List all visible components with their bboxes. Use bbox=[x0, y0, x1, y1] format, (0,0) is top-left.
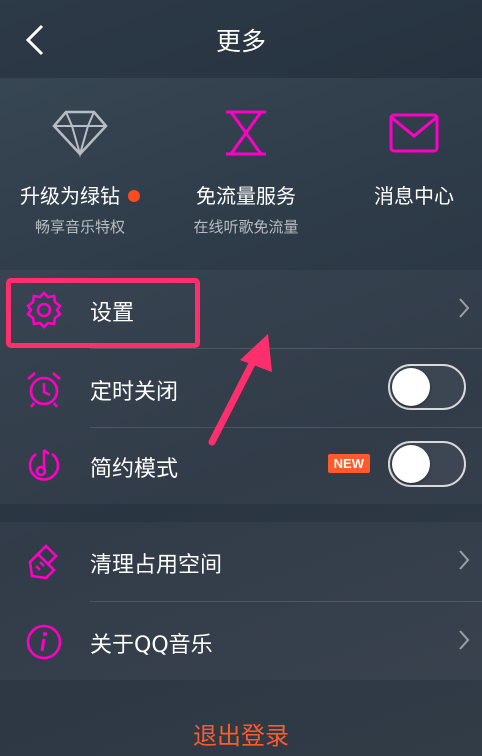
hourglass-icon bbox=[223, 108, 269, 162]
chevron-right-icon bbox=[459, 550, 470, 570]
music-note-icon bbox=[24, 446, 64, 486]
free-traffic-label: 免流量服务 bbox=[196, 184, 296, 208]
toggle-knob bbox=[392, 368, 430, 406]
annotation-arrow bbox=[208, 334, 272, 446]
timer-close-toggle[interactable] bbox=[388, 364, 466, 410]
logout-button[interactable]: 退出登录 bbox=[0, 716, 482, 751]
upgrade-sublabel: 畅享音乐特权 bbox=[34, 218, 125, 236]
feature-row: 升级为绿钻 畅享音乐特权 免流量服务 在线听歌免流量 消息中心 bbox=[0, 78, 482, 268]
clean-storage-label: 清理占用空间 bbox=[90, 553, 223, 578]
new-badge: NEW bbox=[327, 454, 370, 473]
chevron-right-icon bbox=[459, 298, 470, 318]
simple-mode-toggle[interactable] bbox=[388, 441, 466, 487]
message-center-label: 消息中心 bbox=[374, 184, 454, 208]
info-icon bbox=[24, 622, 64, 662]
mail-icon bbox=[388, 108, 440, 158]
free-traffic-tile[interactable]: 免流量服务 在线听歌免流量 bbox=[166, 78, 326, 268]
timer-close-label: 定时关闭 bbox=[90, 380, 179, 405]
free-traffic-sublabel: 在线听歌免流量 bbox=[193, 218, 299, 236]
toggle-knob bbox=[392, 445, 430, 483]
upgrade-label: 升级为绿钻 bbox=[20, 184, 120, 208]
diamond-icon bbox=[52, 108, 108, 162]
misc-group: 清理占用空间 关于QQ音乐 bbox=[0, 522, 482, 680]
page-title: 更多 bbox=[215, 27, 266, 56]
about-row[interactable]: 关于QQ音乐 bbox=[0, 602, 482, 680]
gear-icon bbox=[24, 290, 64, 330]
simple-mode-label: 简约模式 bbox=[90, 457, 179, 482]
header-bar: 更多 bbox=[0, 0, 482, 78]
brush-icon bbox=[24, 542, 64, 582]
notification-dot bbox=[128, 190, 140, 202]
alarm-clock-icon bbox=[24, 369, 64, 409]
message-center-tile[interactable]: 消息中心 bbox=[334, 78, 482, 268]
clean-storage-row[interactable]: 清理占用空间 bbox=[0, 522, 482, 600]
chevron-right-icon bbox=[459, 630, 470, 650]
upgrade-green-diamond-tile[interactable]: 升级为绿钻 畅享音乐特权 bbox=[0, 78, 160, 268]
about-label: 关于QQ音乐 bbox=[90, 633, 213, 658]
settings-label: 设置 bbox=[90, 301, 135, 326]
